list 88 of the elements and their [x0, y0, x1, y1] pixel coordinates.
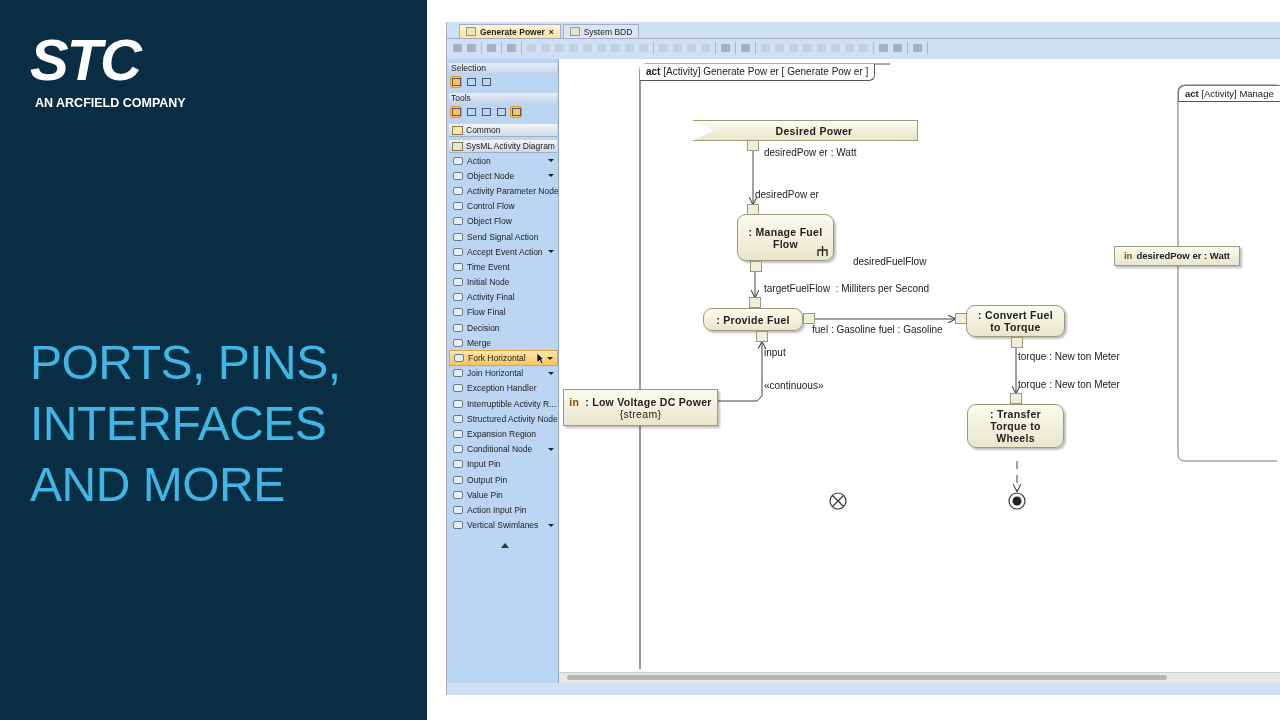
folder-group[interactable]: Common — [449, 124, 557, 137]
palette-item[interactable]: Decision — [449, 320, 558, 336]
palette-item[interactable]: Activity Final — [449, 289, 558, 305]
flow-label: desiredPow er — [755, 189, 819, 200]
parameter-node[interactable]: in : Low Voltage DC Power {stream} — [563, 389, 718, 426]
palette-item[interactable]: Value Pin — [449, 487, 558, 503]
palette-item[interactable]: Vertical Swimlanes — [449, 517, 558, 533]
zoom-tool-icon[interactable] — [465, 76, 477, 88]
palette-item[interactable]: Conditional Node — [449, 441, 558, 457]
palette-item[interactable]: Send Signal Action — [449, 228, 558, 245]
pointer-tool-icon[interactable] — [450, 76, 462, 88]
flow-label: «continuous» — [764, 380, 824, 391]
folder-icon — [452, 125, 463, 135]
signal-node[interactable]: Desired Power — [692, 120, 918, 141]
diagram-icon — [569, 27, 580, 36]
palette-item[interactable]: Control Flow — [449, 198, 558, 214]
flow-arrow — [1012, 460, 1022, 493]
tool-icon[interactable] — [450, 106, 462, 118]
flow-label: targetFuelFlow : Milliters per Second — [764, 283, 930, 294]
palette-item[interactable]: Activity Parameter Node — [449, 183, 558, 199]
pin[interactable] — [747, 204, 759, 215]
flow-label: input — [764, 347, 786, 358]
slide-title-line: PORTS, PINS, — [30, 335, 341, 391]
diagram-tab[interactable]: Generate Power × — [459, 24, 561, 38]
palette-item[interactable]: Merge — [449, 335, 558, 351]
toolbar-icon[interactable] — [507, 44, 516, 52]
palette-item[interactable]: Input Pin — [449, 456, 558, 472]
frame-title: act [Activity] Generate Pow er [ Generate Pow er ] — [640, 64, 876, 81]
action-node[interactable]: : Provide Fuel — [703, 308, 803, 331]
flow-label: desiredFuelFlow — [853, 256, 927, 267]
palette-item[interactable]: Output Pin — [449, 471, 558, 488]
tool-icon[interactable] — [465, 106, 477, 118]
pin[interactable] — [1010, 393, 1022, 404]
pin[interactable] — [750, 261, 762, 272]
company-logo: STC — [30, 30, 140, 90]
mouse-cursor-icon — [536, 352, 545, 366]
palette-item[interactable]: Object Node — [449, 168, 558, 184]
pin[interactable] — [1011, 337, 1023, 348]
palette-item[interactable]: Action Input Pin — [449, 502, 558, 518]
frame-title: act [Activity] Manage — [1178, 85, 1280, 102]
section-header: Selection — [449, 63, 557, 73]
tool-icon[interactable] — [480, 106, 492, 118]
scroll-up-icon[interactable] — [501, 542, 509, 548]
pin[interactable] — [756, 331, 768, 342]
palette-group[interactable]: SysML Activity Diagram — [449, 140, 557, 153]
diagram-icon — [452, 141, 463, 151]
palette-item[interactable]: Exception Handler — [449, 380, 558, 396]
tool-icon[interactable] — [510, 106, 522, 118]
action-node[interactable]: : Manage Fuel Flow — [737, 214, 834, 261]
flow-label: torque : New ton Meter — [1018, 379, 1120, 390]
activity-final-node[interactable] — [1007, 491, 1027, 511]
horizontal-scrollbar[interactable] — [559, 672, 1280, 683]
palette-item[interactable]: Flow Final — [449, 304, 558, 321]
palette-item[interactable]: Initial Node — [449, 274, 558, 290]
slide-title-line: INTERFACES — [30, 396, 327, 452]
tab-close[interactable]: × — [548, 26, 554, 37]
slide-title-line: AND MORE — [30, 457, 285, 513]
palette-item[interactable]: Fork Horizontal — [449, 350, 558, 366]
flow-arrow — [750, 271, 760, 299]
diagram-tab[interactable]: System BDD — [562, 24, 640, 38]
toolbar-icon[interactable] — [721, 44, 730, 52]
pin[interactable] — [955, 313, 967, 324]
toolbar-icon[interactable] — [741, 44, 750, 52]
flow-label: torque : New ton Meter — [1018, 351, 1120, 362]
palette-item[interactable]: Interruptible Activity R... — [449, 396, 558, 412]
toolbar-icon[interactable] — [913, 44, 922, 52]
diagram-icon — [466, 27, 476, 36]
pin[interactable] — [803, 313, 815, 324]
pin[interactable] — [749, 297, 761, 308]
action-node[interactable]: : Transfer Torque to Wheels — [967, 404, 1064, 448]
tool-icon[interactable] — [495, 106, 507, 118]
action-node[interactable]: : Convert Fuel to Torque — [966, 305, 1065, 337]
logo-tagline: AN ARCFIELD COMPANY — [35, 96, 186, 110]
flow-label: fuel : Gasoline fuel : Gasoline — [812, 324, 943, 335]
flow-label: desiredPow er : Watt — [764, 147, 857, 158]
toolbar-icon[interactable] — [487, 44, 496, 52]
palette-item[interactable]: Accept Event Action — [449, 244, 558, 260]
marquee-tool-icon[interactable] — [480, 76, 492, 88]
pin[interactable] — [747, 140, 759, 151]
palette-item[interactable]: Join Horizontal — [449, 365, 558, 381]
flow-final-node[interactable] — [828, 491, 848, 511]
parameter-node[interactable]: in desiredPow er : Watt — [1114, 246, 1240, 266]
palette-item[interactable]: Structured Activity Node — [449, 411, 558, 427]
palette-item[interactable]: Object Flow — [449, 213, 558, 229]
palette-item[interactable]: Time Event — [449, 259, 558, 275]
section-header: Tools — [449, 93, 557, 103]
palette-item[interactable]: Expansion Region — [449, 426, 558, 442]
palette-item[interactable]: Action — [449, 153, 558, 169]
